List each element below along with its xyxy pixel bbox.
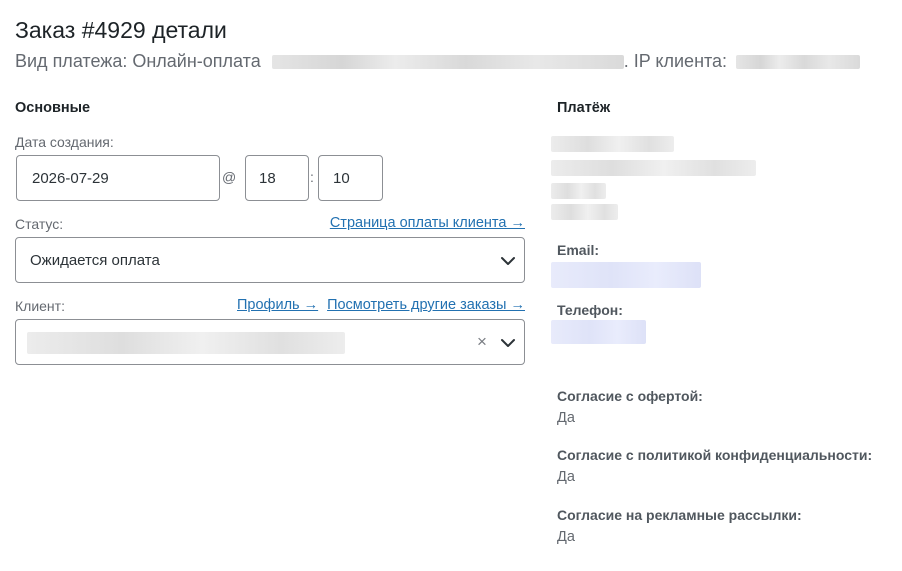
redacted-payment-line-4	[551, 204, 618, 220]
offer-consent-label: Согласие с офертой:	[557, 388, 703, 404]
close-icon[interactable]: ×	[477, 332, 487, 352]
redacted-client-name	[27, 332, 345, 354]
client-label: Клиент:	[15, 298, 65, 314]
date-created-label: Дата создания:	[15, 134, 114, 150]
date-input[interactable]: 2026-07-29	[16, 155, 220, 201]
order-meta-line: Вид платежа: Онлайн-оплата . IP клиента:	[15, 50, 861, 72]
redacted-email	[551, 262, 701, 288]
at-separator: @	[222, 169, 237, 185]
client-select[interactable]: ×	[15, 319, 525, 365]
client-profile-link[interactable]: Профиль →	[237, 297, 318, 313]
ip-label: . IP клиента:	[623, 51, 728, 71]
email-label: Email:	[557, 242, 600, 258]
hour-input-value: 18	[259, 169, 276, 187]
chevron-down-icon[interactable]	[500, 335, 516, 351]
phone-label: Телефон:	[557, 302, 623, 318]
customer-payment-page-link[interactable]: Страница оплаты клиента →	[330, 215, 525, 231]
status-select[interactable]: Ожидается оплата	[15, 237, 525, 283]
redacted-payment-id	[271, 55, 624, 70]
redacted-phone	[551, 320, 646, 344]
date-input-value: 2026-07-29	[32, 169, 109, 187]
redacted-payment-line-3	[551, 183, 606, 199]
privacy-consent-value: Да	[557, 469, 575, 485]
client-other-orders-link[interactable]: Посмотреть другие заказы →	[327, 297, 525, 313]
marketing-consent-label: Согласие на рекламные рассылки:	[557, 507, 802, 523]
redacted-ip-address	[736, 55, 861, 70]
privacy-consent-label: Согласие с политикой конфиденциальности:	[557, 447, 873, 463]
page-title: Заказ #4929 детали	[15, 17, 227, 43]
redacted-payment-line-2	[551, 160, 756, 176]
minute-input-value: 10	[333, 169, 350, 187]
chevron-down-icon	[501, 257, 515, 265]
status-label: Статус:	[15, 216, 64, 232]
hour-input[interactable]: 18	[245, 155, 309, 201]
redacted-payment-line-1	[551, 136, 674, 152]
payment-method-label: Вид платежа: Онлайн-оплата	[15, 51, 261, 71]
status-select-value: Ожидается оплата	[30, 251, 160, 269]
minute-input[interactable]: 10	[318, 155, 383, 201]
offer-consent-value: Да	[557, 410, 575, 426]
time-colon: :	[310, 169, 314, 185]
payment-section-heading: Платёж	[557, 100, 611, 116]
general-section-heading: Основные	[15, 100, 91, 116]
marketing-consent-value: Да	[557, 529, 575, 545]
